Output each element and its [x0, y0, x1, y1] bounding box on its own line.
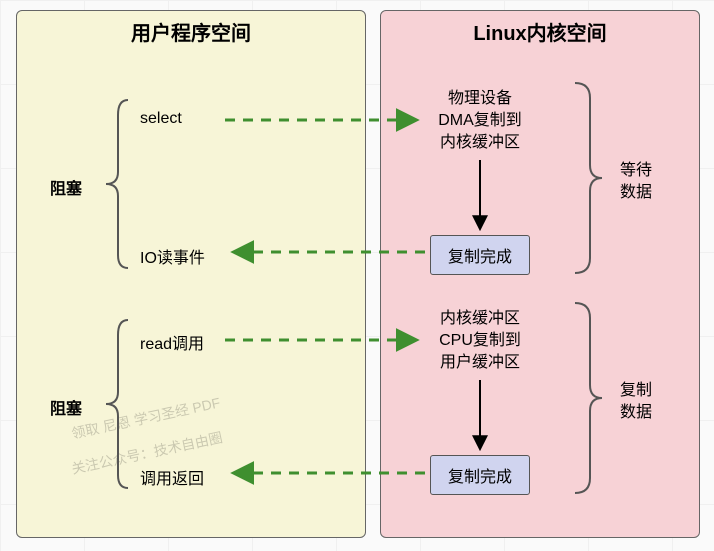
stage2-brace-label: 复制 数据: [620, 380, 652, 424]
return-label: 调用返回: [140, 465, 204, 489]
io-event-label: IO读事件: [140, 244, 205, 268]
stage1-done-box: 复制完成: [430, 235, 530, 275]
stage1-brace-label: 等待 数据: [620, 160, 652, 204]
user-space-panel: 用户程序空间: [16, 10, 366, 538]
select-label: select: [140, 110, 182, 128]
stage2-text: 内核缓冲区 CPU复制到 用户缓冲区: [420, 308, 540, 374]
block2-label: 阻塞: [50, 395, 82, 419]
stage1-text: 物理设备 DMA复制到 内核缓冲区: [420, 88, 540, 154]
block1-label: 阻塞: [50, 175, 82, 199]
read-call-label: read调用: [140, 330, 204, 354]
stage2-done-box: 复制完成: [430, 455, 530, 495]
user-space-title: 用户程序空间: [17, 17, 365, 46]
kernel-space-title: Linux内核空间: [381, 17, 699, 46]
